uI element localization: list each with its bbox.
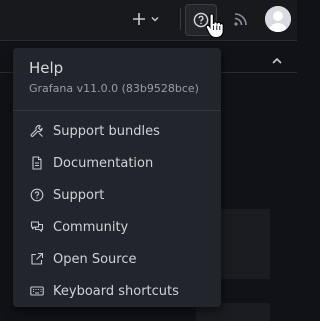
menu-item-support[interactable]: Support — [13, 179, 221, 211]
new-dropdown-button[interactable] — [132, 8, 166, 30]
help-menu-title: Help — [29, 59, 64, 77]
wrench-icon — [30, 124, 43, 137]
external-link-icon — [31, 252, 44, 265]
plus-icon — [133, 13, 145, 25]
menu-item-open-source[interactable]: Open Source — [13, 243, 221, 275]
question-circle-icon — [30, 188, 44, 202]
help-menu-header: Help Grafana v11.0.0 (83b9528bce) — [13, 48, 221, 100]
rss-icon[interactable] — [231, 9, 251, 29]
document-icon — [32, 156, 42, 170]
menu-item-label: Open Source — [53, 251, 137, 267]
user-avatar-icon — [265, 6, 291, 32]
keyboard-icon — [30, 286, 44, 296]
help-menu: Help Grafana v11.0.0 (83b9528bce) Suppor… — [13, 48, 221, 307]
menu-item-label: Keyboard shortcuts — [53, 283, 179, 299]
comments-icon — [30, 221, 44, 232]
menu-item-label: Support — [53, 187, 105, 203]
menu-item-keyboard-shortcuts[interactable]: Keyboard shortcuts — [13, 275, 221, 307]
user-avatar[interactable] — [265, 6, 291, 32]
chevron-up-icon[interactable] — [270, 54, 284, 68]
hand-cursor-icon — [205, 13, 224, 39]
menu-item-documentation[interactable]: Documentation — [13, 147, 221, 179]
menu-item-support-bundles[interactable]: Support bundles — [13, 115, 221, 147]
menu-item-label: Documentation — [53, 155, 154, 171]
menu-item-label: Support bundles — [53, 123, 160, 139]
menu-item-label: Community — [53, 219, 129, 235]
chevron-down-icon — [151, 17, 159, 22]
grafana-version: Grafana v11.0.0 (83b9528bce) — [29, 82, 199, 95]
topbar-divider — [180, 8, 181, 30]
top-nav-bar — [0, 0, 297, 41]
menu-divider — [13, 110, 221, 111]
menu-item-community[interactable]: Community — [13, 211, 221, 243]
